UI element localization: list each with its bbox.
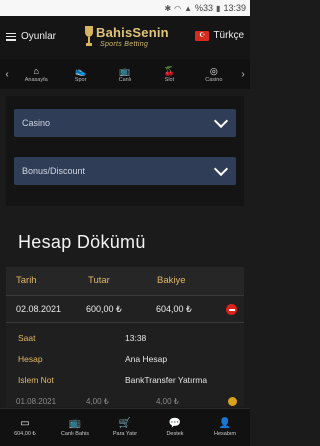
signal-icon: ▲ (184, 3, 193, 13)
detail-row-note: Islem Not BankTransfer Yatırma (6, 371, 244, 391)
battery-percent: %33 (195, 3, 214, 13)
nav-next-icon[interactable]: › (236, 69, 250, 80)
nav-item-label: Casino (205, 76, 223, 83)
support-label: Destek (166, 431, 184, 437)
bonus-select-label: Bonus/Discount (22, 166, 86, 176)
nav-item-canli[interactable]: 📺 Canlı (103, 66, 147, 83)
expand-row-icon[interactable] (228, 397, 237, 406)
chat-icon: 💬 (168, 418, 182, 429)
account-label: Hesabım (213, 431, 236, 437)
language-label: Türkçe (213, 30, 244, 41)
home-icon: ⌂ (33, 65, 39, 76)
nav-item-casino[interactable]: ◎ Casino (192, 66, 236, 83)
row-amount: 600,00 ₺ (86, 304, 122, 314)
deposit-label: Para Yatır (112, 431, 138, 437)
support-button[interactable]: 💬 Destek (150, 409, 200, 446)
detail-value: BankTransfer Yatırma (125, 375, 208, 385)
status-bar: ✱ ◠ ▲ %33 ▮ 13:39 (0, 0, 250, 16)
detail-value: 13:38 (125, 333, 147, 343)
row-balance: 604,00 ₺ (156, 304, 192, 314)
cart-icon: 🛒 (118, 418, 132, 429)
bluetooth-icon: ✱ (164, 3, 172, 13)
app-header: Oyunlar BahisSenin Sports Betting ☪ Türk… (0, 16, 250, 59)
games-menu-label: Oyunlar (21, 31, 57, 42)
brand-logo[interactable]: BahisSenin Sports Betting (84, 22, 174, 54)
cherries-icon: 🍒 (163, 65, 176, 76)
tv-icon: 📺 (119, 65, 131, 76)
live-betting-label: Canlı Bahis (60, 431, 90, 437)
language-selector[interactable]: ☪ Türkçe (195, 30, 244, 41)
column-amount: Tutar (88, 275, 110, 286)
wifi-icon: ◠ (174, 3, 182, 13)
table-row[interactable]: 02.08.2021 600,00 ₺ 604,00 ₺ (6, 295, 244, 323)
detail-row-account: Hesap Ana Hesap (6, 350, 244, 370)
nav-item-slot[interactable]: 🍒 Slot (147, 66, 191, 83)
column-date: Tarih (16, 275, 37, 286)
clock: 13:39 (223, 3, 246, 13)
account-statement-table: Tarih Tutar Bakiye 02.08.2021 600,00 ₺ 6… (6, 267, 244, 407)
category-nav: ‹ ⌂ Anasayfa 👟 Spor 📺 Canlı 🍒 Slot ◎ Cas… (0, 59, 250, 89)
nav-item-label: Canlı (118, 76, 132, 83)
battery-icon: ▮ (216, 3, 221, 13)
turkey-flag-icon: ☪ (195, 30, 210, 41)
detail-label: Islem Not (18, 375, 54, 385)
filter-panel: Casino Bonus/Discount (6, 96, 244, 206)
chevron-down-icon (213, 113, 229, 129)
wallet-icon: ▭ (20, 418, 30, 429)
hamburger-icon (6, 32, 16, 41)
chip-icon: ◎ (209, 65, 218, 76)
collapse-row-icon[interactable] (226, 304, 237, 315)
deposit-button[interactable]: 🛒 Para Yatır (100, 409, 150, 446)
balance-label: 604,00 ₺ (14, 431, 36, 437)
nav-item-label: Spor (74, 76, 87, 83)
casino-select[interactable]: Casino (14, 109, 236, 137)
live-betting-button[interactable]: 📺 Canlı Bahis (50, 409, 100, 446)
row-balance: 4,00 ₺ (156, 397, 179, 406)
games-menu-button[interactable]: Oyunlar (6, 31, 56, 42)
nav-item-spor[interactable]: 👟 Spor (58, 66, 102, 83)
nav-prev-icon[interactable]: ‹ (0, 69, 14, 80)
row-date: 02.08.2021 (16, 304, 62, 314)
logo-subtitle: Sports Betting (100, 41, 149, 48)
shoe-icon: 👟 (75, 65, 87, 76)
tv-icon: 📺 (68, 418, 82, 429)
chevron-down-icon (213, 161, 229, 177)
nav-item-label: Anasayfa (24, 76, 48, 83)
logo-title: BahisSenin (96, 25, 169, 40)
row-amount: 4,00 ₺ (86, 397, 109, 406)
row-date: 01.08.2021 (16, 397, 57, 406)
table-header: Tarih Tutar Bakiye (6, 267, 244, 295)
nav-item-label: Slot (164, 76, 175, 83)
detail-label: Saat (18, 333, 36, 343)
detail-row-time: Saat 13:38 (6, 329, 244, 349)
user-icon: 👤 (218, 418, 232, 429)
detail-value: Ana Hesap (125, 354, 168, 364)
table-row[interactable]: 01.08.2021 4,00 ₺ 4,00 ₺ (6, 395, 244, 407)
nav-item-anasayfa[interactable]: ⌂ Anasayfa (14, 66, 58, 83)
account-button[interactable]: 👤 Hesabım (200, 409, 250, 446)
detail-label: Hesap (18, 354, 43, 364)
bottom-bar: ▭ 604,00 ₺ 📺 Canlı Bahis 🛒 Para Yatır 💬 … (0, 408, 250, 446)
trophy-logo-icon (85, 26, 93, 46)
page-title: Hesap Dökümü (18, 232, 146, 252)
bonus-select[interactable]: Bonus/Discount (14, 157, 236, 185)
column-balance: Bakiye (157, 275, 186, 286)
casino-select-label: Casino (22, 118, 51, 128)
balance-button[interactable]: ▭ 604,00 ₺ (0, 409, 50, 446)
